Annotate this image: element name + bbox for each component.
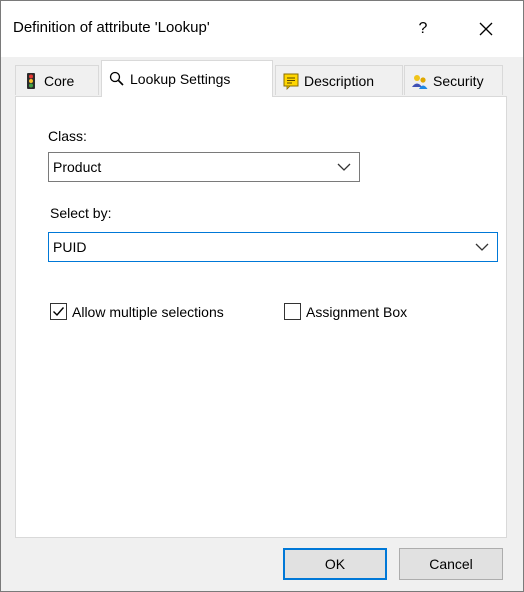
cancel-button[interactable]: Cancel [399,548,503,580]
assignment-box-box[interactable] [284,303,301,320]
note-icon [282,72,300,90]
chevron-down-icon [475,243,489,251]
assignment-box-label: Assignment Box [306,303,408,320]
tab-security-label: Security [433,72,484,89]
close-icon [479,22,493,36]
select-by-label: Select by: [50,205,112,221]
tab-description-label: Description [304,72,375,89]
tab-lookup-settings-label: Lookup Settings [130,71,231,87]
attribute-definition-dialog: Definition of attribute 'Lookup' ? Core [0,0,524,592]
chevron-down-icon [337,163,351,171]
tab-core[interactable]: Core [15,65,99,95]
title-bar: Definition of attribute 'Lookup' ? [1,1,523,57]
select-by-value: PUID [53,239,87,255]
assignment-box-checkbox[interactable]: Assignment Box [284,303,407,320]
tab-description[interactable]: Description [275,65,403,95]
lookup-settings-panel: Class: Product Select by: PUID Allow mul… [15,96,507,538]
ok-button[interactable]: OK [283,548,387,580]
traffic-light-icon [22,72,40,90]
allow-multiple-label: Allow multiple selections [72,303,224,320]
magnifier-icon [108,70,126,88]
tab-security[interactable]: Security [404,65,503,95]
check-icon [53,307,65,317]
allow-multiple-box[interactable] [50,303,67,320]
tab-lookup-settings[interactable]: Lookup Settings [101,60,273,97]
class-select[interactable]: Product [48,152,360,182]
help-button[interactable]: ? [409,17,437,41]
close-button[interactable] [468,15,504,43]
class-value: Product [53,159,102,175]
allow-multiple-checkbox[interactable]: Allow multiple selections [50,303,224,320]
tab-core-label: Core [44,72,75,89]
users-key-icon [411,72,429,90]
window-title: Definition of attribute 'Lookup' [13,19,210,36]
select-by-select[interactable]: PUID [48,232,498,262]
class-label: Class: [48,128,87,144]
